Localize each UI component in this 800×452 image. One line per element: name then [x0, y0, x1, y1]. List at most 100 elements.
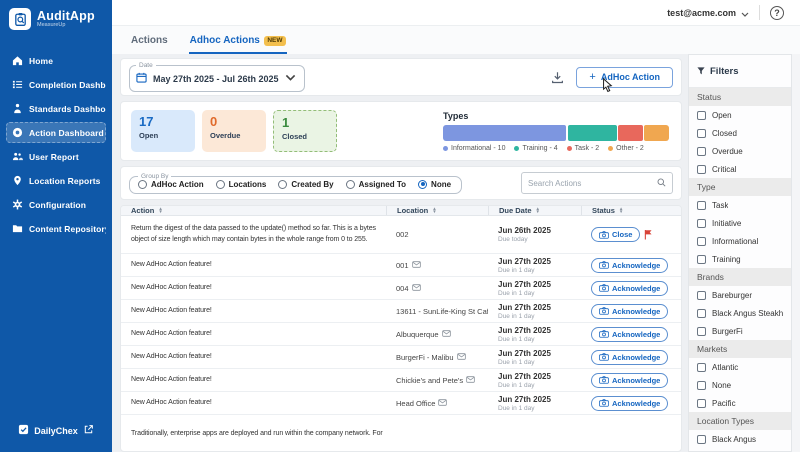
types-segment-other[interactable] [644, 124, 669, 141]
date-label: Date [139, 62, 153, 69]
acknowledge-button[interactable]: Acknowledge [591, 395, 669, 411]
table-row[interactable]: New AdHoc Action feature! Head Office Ju… [121, 392, 681, 415]
filter-option-closed[interactable]: Closed [689, 124, 791, 142]
types-segment-training[interactable] [567, 124, 617, 141]
acknowledge-button[interactable]: Acknowledge [591, 372, 669, 388]
checkbox-icon[interactable] [697, 200, 706, 210]
action-cell: New AdHoc Action feature! [131, 329, 212, 337]
filter-option-open[interactable]: Open [689, 106, 791, 124]
group-by-fieldset: Group By AdHoc Action Locations Created … [129, 172, 463, 194]
sidebar-item-standards-dashboard[interactable]: Standards Dashboard [6, 98, 106, 119]
acknowledge-button[interactable]: Acknowledge [591, 257, 669, 273]
filter-option-informational[interactable]: Informational [689, 232, 791, 250]
radio-icon[interactable] [278, 179, 288, 189]
sidebar-item-content-repository[interactable]: Content Repository [6, 218, 106, 239]
column-header-action[interactable]: Action ▲ ▼ [121, 206, 386, 215]
checkbox-icon[interactable] [697, 110, 706, 120]
radio-icon[interactable] [138, 179, 147, 189]
table-row[interactable]: New AdHoc Action feature! 004 Jun 27th 2… [121, 277, 681, 300]
group-by-adhoc-action[interactable]: AdHoc Action [138, 179, 204, 189]
checkbox-icon[interactable] [697, 290, 706, 300]
group-by-assigned-to[interactable]: Assigned To [345, 179, 406, 189]
radio-icon[interactable] [215, 179, 225, 189]
column-header-due-date[interactable]: Due Date ▲ ▼ [488, 206, 581, 215]
group-by-none[interactable]: None [418, 179, 451, 189]
filter-option-black-angus[interactable]: Black Angus [689, 430, 791, 448]
filter-option-black-angus-steakhouse[interactable]: Black Angus Steakhouse [689, 304, 791, 322]
table-row[interactable]: Return the digest of the data passed to … [121, 216, 681, 254]
checkbox-icon[interactable] [697, 128, 706, 138]
group-by-created-by[interactable]: Created By [278, 179, 334, 189]
stat-closed[interactable]: 1 Closed [273, 110, 337, 152]
sort-icon[interactable]: ▲ ▼ [536, 206, 540, 213]
table-row[interactable]: New AdHoc Action feature! 13611 - SunLif… [121, 300, 681, 323]
table-row[interactable]: New AdHoc Action feature! 001 Jun 27th 2… [121, 254, 681, 277]
checkbox-icon[interactable] [697, 164, 706, 174]
types-segment-task[interactable] [618, 124, 643, 141]
scroll-gutter[interactable] [792, 54, 800, 452]
checkbox-icon[interactable] [697, 362, 706, 372]
filter-option-bareburger[interactable]: Bareburger [689, 286, 791, 304]
sidebar-item-configuration[interactable]: Configuration [6, 194, 106, 215]
sidebar-item-location-reports[interactable]: Location Reports [6, 170, 106, 191]
filter-option-initiative[interactable]: Initiative [689, 214, 791, 232]
filter-option-none[interactable]: None [689, 376, 791, 394]
dailychex-link[interactable]: DailyChex [0, 422, 112, 440]
sort-icon[interactable]: ▲ ▼ [619, 206, 623, 213]
group-by-locations[interactable]: Locations [215, 179, 266, 189]
download-button[interactable] [548, 68, 566, 86]
date-range-picker[interactable]: Date May 27th 2025 - Jul 26th 2025 [129, 62, 305, 92]
checkbox-icon[interactable] [697, 308, 706, 318]
tab-adhoc-actions[interactable]: Adhoc Actions NEW [188, 30, 288, 54]
sidebar-item-completion-dashboard[interactable]: Completion Dashboard [6, 74, 106, 95]
adhoc-action-button[interactable]: + AdHoc Action [576, 66, 673, 92]
search-input[interactable] [528, 178, 657, 188]
filter-option-overdue[interactable]: Overdue [689, 142, 791, 160]
table-row[interactable]: New AdHoc Action feature! Albuquerque Ju… [121, 323, 681, 346]
column-header-location[interactable]: Location ▲ ▼ [386, 206, 488, 215]
legend-dot [608, 145, 614, 151]
filter-option-burgerfi-loc[interactable]: BurgerFi [689, 448, 791, 451]
acknowledge-button[interactable]: Acknowledge [591, 349, 669, 365]
acknowledge-button[interactable]: Acknowledge [591, 326, 669, 342]
top-bar: test@acme.com ? [112, 0, 800, 26]
sort-icon[interactable]: ▲ ▼ [158, 206, 162, 213]
filter-option-critical[interactable]: Critical [689, 160, 791, 178]
radio-icon[interactable] [345, 179, 355, 189]
radio-icon[interactable] [418, 179, 428, 189]
sidebar-item-home[interactable]: Home [6, 50, 106, 71]
user-menu[interactable]: test@acme.com [667, 4, 749, 22]
checkbox-icon[interactable] [697, 254, 706, 264]
acknowledge-button[interactable]: Acknowledge [591, 280, 669, 296]
stat-open[interactable]: 17 Open [131, 110, 195, 152]
filter-option-task[interactable]: Task [689, 196, 791, 214]
checkbox-icon[interactable] [697, 380, 706, 390]
checkbox-icon[interactable] [697, 434, 706, 444]
stat-overdue[interactable]: 0 Overdue [202, 110, 266, 152]
filter-option-pacific[interactable]: Pacific [689, 394, 791, 412]
checkbox-icon[interactable] [697, 146, 706, 156]
lens-icon [12, 127, 23, 138]
flag-icon[interactable] [644, 229, 653, 240]
close-button[interactable]: Close [591, 227, 641, 242]
types-segment-informational[interactable] [443, 124, 567, 141]
checkbox-icon[interactable] [697, 236, 706, 246]
acknowledge-button[interactable]: Acknowledge [591, 303, 669, 319]
checkbox-icon[interactable] [697, 218, 706, 228]
tab-actions[interactable]: Actions [130, 30, 169, 54]
table-row[interactable]: Traditionally, enterprise apps are deplo… [121, 415, 681, 451]
table-row[interactable]: New AdHoc Action feature! BurgerFi - Mal… [121, 346, 681, 369]
table-row[interactable]: New AdHoc Action feature! Chickie's and … [121, 369, 681, 392]
checkbox-icon[interactable] [697, 398, 706, 408]
help-button[interactable]: ? [770, 5, 784, 20]
checkbox-icon[interactable] [697, 326, 706, 336]
sidebar-item-user-report[interactable]: User Report [6, 146, 106, 167]
filter-option-atlantic[interactable]: Atlantic [689, 358, 791, 376]
group-by-bar: Group By AdHoc Action Locations Created … [120, 166, 682, 200]
sort-icon[interactable]: ▲ ▼ [432, 206, 436, 213]
filter-option-training[interactable]: Training [689, 250, 791, 268]
new-badge: NEW [263, 35, 287, 46]
column-header-status[interactable]: Status ▲ ▼ [581, 206, 681, 215]
sidebar-item-action-dashboard[interactable]: Action Dashboard [6, 122, 106, 143]
filter-option-burgerfi[interactable]: BurgerFi [689, 322, 791, 340]
